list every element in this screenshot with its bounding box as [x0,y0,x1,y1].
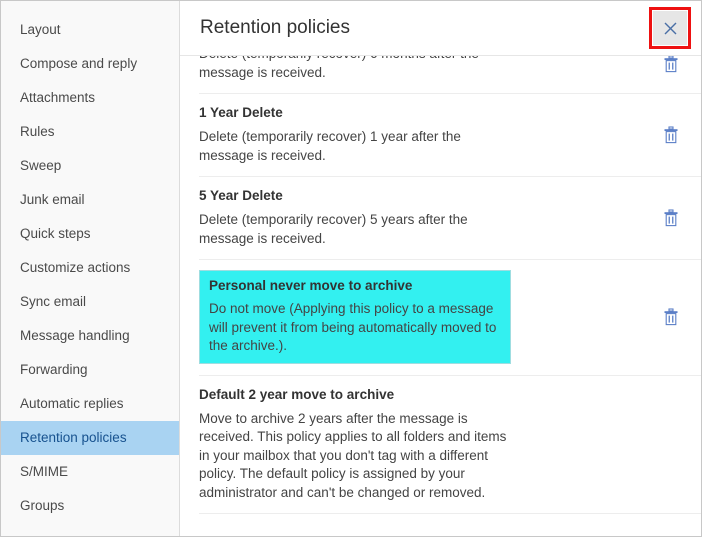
retention-policy-list: Delete (temporarily recover) 6 months af… [180,56,701,536]
delete-policy-button[interactable] [661,125,681,145]
sidebar-item-label: Sync email [20,294,87,309]
trash-icon [664,208,678,226]
sidebar-item-label: Sweep [20,158,62,173]
sidebar-item-junk-email[interactable]: Junk email [1,183,179,217]
trash-icon [664,125,678,143]
trash-icon [664,56,678,72]
sidebar-item-automatic-replies[interactable]: Automatic replies [1,387,179,421]
sidebar-item-label: Layout [20,22,61,37]
policy-description: Delete (temporarily recover) 5 years aft… [199,212,468,246]
sidebar-item-attachments[interactable]: Attachments [1,81,179,115]
pane-header: Retention policies [180,1,701,56]
settings-sidebar: Layout Compose and reply Attachments Rules S… [1,1,180,536]
settings-main-pane: Retention policies Delete (temporarily r… [180,1,701,536]
close-icon [664,22,676,34]
sidebar-item-label: Message handling [20,328,130,343]
sidebar-item-sync-email[interactable]: Sync email [1,285,179,319]
policy-name: Default 2 year move to archive [199,386,395,402]
sidebar-item-layout[interactable]: Layout [1,13,179,47]
policy-name: Personal never move to archive [209,278,413,293]
delete-policy-button[interactable] [661,208,681,228]
policy-name: 1 Year Delete [199,105,283,120]
sidebar-item-label: Groups [20,498,65,513]
policy-delete-cell [641,208,701,228]
policy-highlight-box: Personal never move to archive Do not mov… [199,270,511,364]
sidebar-item-rules[interactable]: Rules [1,115,179,149]
sidebar-item-forwarding[interactable]: Forwarding [1,353,179,387]
sidebar-item-label: S/MIME [20,464,69,479]
sidebar-item-label: Customize actions [20,260,131,275]
sidebar-item-s-mime[interactable]: S/MIME [1,455,179,489]
policy-text: Delete (temporarily recover) 6 months af… [199,56,641,82]
policy-content: 5 Year Delete Delete (temporarily recover… [199,187,631,248]
policy-delete-cell [641,56,701,74]
policy-row[interactable]: Delete (temporarily recover) 6 months af… [199,56,701,94]
sidebar-item-label: Forwarding [20,362,88,377]
sidebar-item-label: Automatic replies [20,396,124,411]
sidebar-item-label: Compose and reply [20,56,138,71]
policy-description: Delete (temporarily recover) 6 months af… [199,56,479,80]
delete-policy-button[interactable] [661,307,681,327]
policy-text: 1 Year Delete Delete (temporarily recover… [199,104,641,165]
policy-text: Personal never move to archive Do not mov… [199,270,641,364]
close-button-wrapper [649,7,691,49]
sidebar-item-retention-policies[interactable]: Retention policies [1,421,179,455]
policy-text: 5 Year Delete Delete (temporarily recover… [199,187,641,248]
sidebar-item-quick-steps[interactable]: Quick steps [1,217,179,251]
policy-row[interactable]: 1 Year Delete Delete (temporarily recover… [199,94,701,177]
sidebar-item-label: Quick steps [20,226,91,241]
policy-text: Default 2 year move to archive Move to ar… [199,386,641,503]
sidebar-item-label: Junk email [20,192,85,207]
policy-content: Default 2 year move to archive Move to ar… [199,386,631,503]
sidebar-item-compose-and-reply[interactable]: Compose and reply [1,47,179,81]
sidebar-item-label: Retention policies [20,430,127,445]
close-button[interactable] [653,11,687,45]
policy-content: Delete (temporarily recover) 6 months af… [199,56,631,82]
policy-row[interactable]: Personal never move to archive Do not mov… [199,260,701,376]
settings-dialog: Layout Compose and reply Attachments Rules S… [0,0,702,537]
policy-description: Delete (temporarily recover) 1 year afte… [199,129,461,163]
policy-delete-cell [641,307,701,327]
policy-row[interactable]: 5 Year Delete Delete (temporarily recover… [199,177,701,260]
sidebar-item-message-handling[interactable]: Message handling [1,319,179,353]
policy-name: 5 Year Delete [199,188,283,203]
delete-policy-button[interactable] [661,56,681,74]
sidebar-item-customize-actions[interactable]: Customize actions [1,251,179,285]
sidebar-item-groups[interactable]: Groups [1,489,179,523]
sidebar-item-sweep[interactable]: Sweep [1,149,179,183]
trash-icon [664,308,678,325]
page-title: Retention policies [200,17,350,38]
policy-delete-cell [641,125,701,145]
policy-content: 1 Year Delete Delete (temporarily recover… [199,104,631,165]
policy-row[interactable]: Default 2 year move to archive Move to ar… [199,376,701,514]
sidebar-item-label: Rules [20,124,55,139]
policy-description: Do not move (Applying this policy to a m… [209,301,497,353]
policy-description: Move to archive 2 years after the messag… [199,410,507,500]
sidebar-item-label: Attachments [20,90,96,105]
